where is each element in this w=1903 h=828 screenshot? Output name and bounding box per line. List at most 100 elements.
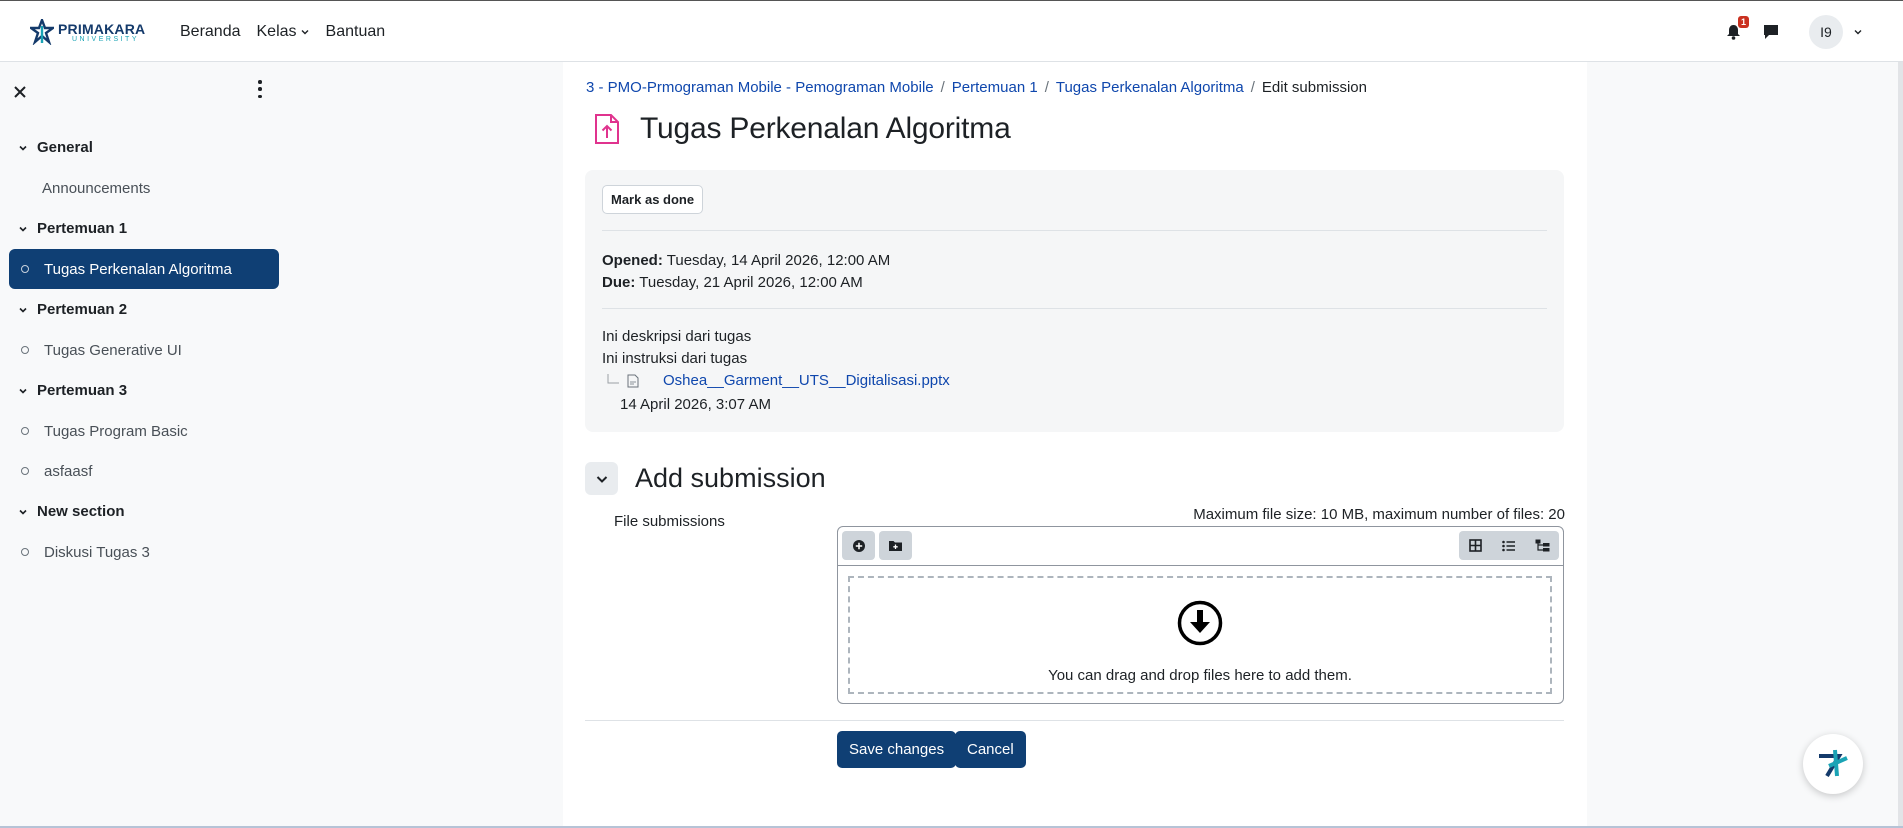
chat-icon xyxy=(1764,25,1778,39)
activity-information: Mark as done Opened: Tuesday, 14 April 2… xyxy=(585,170,1564,432)
max-file-info: Maximum file size: 10 MB, maximum number… xyxy=(1193,506,1565,523)
attachment-link[interactable]: Oshea__Garment__UTS__Digitalisasi.pptx xyxy=(663,372,950,389)
breadcrumb-section[interactable]: Pertemuan 1 xyxy=(952,79,1038,96)
page-scrollbar[interactable] xyxy=(1898,62,1903,828)
chevron-down-icon xyxy=(1854,30,1862,35)
section-pertemuan-3[interactable]: Pertemuan 3 xyxy=(18,382,127,399)
chevron-down-icon xyxy=(301,30,309,35)
avatar: I9 xyxy=(1809,15,1843,49)
breadcrumb-separator: / xyxy=(940,79,945,96)
section-title: Pertemuan 3 xyxy=(37,382,128,399)
folder-tree-icon xyxy=(1535,539,1550,552)
sidebar-item-label: Tugas Generative UI xyxy=(44,341,182,359)
sidebar-item-label: Announcements xyxy=(42,179,151,197)
breadcrumb-separator: / xyxy=(1044,79,1049,96)
chevron-down-icon xyxy=(596,475,607,483)
messages-button[interactable] xyxy=(1761,22,1781,42)
section-pertemuan-2[interactable]: Pertemuan 2 xyxy=(18,301,127,318)
add-submission-header: Add submission xyxy=(585,462,826,495)
download-arrow-icon xyxy=(1177,600,1223,646)
breadcrumb-course[interactable]: 3 - PMO-Prmograman Mobile - Pemograman M… xyxy=(586,79,934,96)
logo-sub-text: UNIVERSITY xyxy=(72,35,140,43)
page-title: Tugas Perkenalan Algoritma xyxy=(640,112,1011,145)
sidebar-item-tugas-generative-ui[interactable]: Tugas Generative UI xyxy=(9,330,279,370)
section-pertemuan-1[interactable]: Pertemuan 1 xyxy=(18,220,127,237)
instructions-text: Ini instruksi dari tugas xyxy=(602,350,748,367)
mark-as-done-button[interactable]: Mark as done xyxy=(602,185,704,214)
nav-link-bantuan[interactable]: Bantuan xyxy=(318,23,394,41)
university-logo[interactable]: PRIMAKARA UNIVERSITY xyxy=(30,19,145,45)
save-changes-button[interactable]: Save changes xyxy=(837,731,957,768)
completion-circle-icon xyxy=(21,467,29,475)
section-title: Pertemuan 1 xyxy=(37,220,128,237)
page-header: Tugas Perkenalan Algoritma xyxy=(594,112,1011,146)
tree-branch-icon xyxy=(607,373,619,383)
assistant-logo-icon xyxy=(1819,749,1848,778)
due-value: Tuesday, 21 April 2026, 12:00 AM xyxy=(639,274,863,291)
file-icon xyxy=(627,374,639,387)
sidebar-item-diskusi-tugas-3[interactable]: Diskusi Tugas 3 xyxy=(9,532,279,572)
folder-add-icon xyxy=(889,541,902,551)
close-icon xyxy=(14,86,26,98)
list-view-button[interactable] xyxy=(1492,531,1525,560)
breadcrumb: 3 - PMO-Prmograman Mobile - Pemograman M… xyxy=(586,79,1367,96)
nav-link-kelas[interactable]: Kelas xyxy=(249,23,318,41)
logo-icon xyxy=(30,19,54,45)
file-manager: You can drag and drop files here to add … xyxy=(837,526,1564,704)
sidebar-item-label: asfaasf xyxy=(44,462,93,480)
section-title: Pertemuan 2 xyxy=(37,301,128,318)
activity-description: Ini deskripsi dari tugas Ini instruksi d… xyxy=(602,326,751,370)
completion-circle-icon xyxy=(21,427,29,435)
chevron-down-icon xyxy=(19,388,27,394)
chevron-down-icon xyxy=(19,226,27,232)
sidebar-item-tugas-program-basic[interactable]: Tugas Program Basic xyxy=(9,411,279,451)
chevron-down-icon xyxy=(19,145,27,151)
user-menu[interactable]: I9 xyxy=(1809,15,1863,49)
sidebar-item-label: Tugas Program Basic xyxy=(44,422,188,440)
file-submissions-label: File submissions xyxy=(614,513,725,530)
breadcrumb-current: Edit submission xyxy=(1261,79,1367,96)
completion-circle-icon xyxy=(21,346,29,354)
file-drop-zone[interactable]: You can drag and drop files here to add … xyxy=(848,576,1552,694)
collapse-section-button[interactable] xyxy=(585,462,618,495)
logo-main-text: PRIMAKARA xyxy=(58,20,146,37)
close-drawer-button[interactable] xyxy=(14,82,26,103)
notifications-button[interactable]: 1 xyxy=(1723,16,1749,42)
notification-count-badge: 1 xyxy=(1737,16,1749,28)
grid-icon xyxy=(1469,539,1482,552)
divider xyxy=(585,720,1564,721)
add-submission-heading: Add submission xyxy=(635,463,826,493)
file-manager-toolbar xyxy=(838,527,1563,566)
assistant-chat-button[interactable] xyxy=(1803,734,1863,794)
drop-zone-text: You can drag and drop files here to add … xyxy=(1048,667,1352,684)
course-index-drawer: General Announcements Pertemuan 1 Tugas … xyxy=(0,62,285,828)
top-navbar: PRIMAKARA UNIVERSITY Beranda Kelas Bantu… xyxy=(0,0,1903,62)
opened-label: Opened: xyxy=(602,252,663,269)
nav-link-beranda[interactable]: Beranda xyxy=(172,23,249,41)
divider xyxy=(602,230,1547,231)
create-folder-button[interactable] xyxy=(879,531,912,560)
section-general[interactable]: General xyxy=(18,139,93,156)
tree-view-button[interactable] xyxy=(1526,531,1559,560)
sidebar-item-label: Diskusi Tugas 3 xyxy=(44,543,150,561)
section-new-section[interactable]: New section xyxy=(18,503,125,520)
completion-circle-icon xyxy=(21,265,29,273)
assignment-upload-icon xyxy=(595,114,619,144)
cancel-button[interactable]: Cancel xyxy=(955,731,1026,768)
section-title: New section xyxy=(37,503,125,520)
attachment-row: Oshea__Garment__UTS__Digitalisasi.pptx xyxy=(607,372,950,389)
icons-view-button[interactable] xyxy=(1459,531,1492,560)
nav-link-kelas-label: Kelas xyxy=(256,23,297,40)
sidebar-item-asfaasf[interactable]: asfaasf xyxy=(9,451,279,491)
sidebar-item-announcements[interactable]: Announcements xyxy=(9,168,279,208)
more-options-button[interactable] xyxy=(256,80,264,98)
add-file-icon xyxy=(852,539,865,552)
sidebar-item-tugas-perkenalan-algoritma[interactable]: Tugas Perkenalan Algoritma xyxy=(9,249,279,289)
chevron-down-icon xyxy=(19,509,27,515)
section-title: General xyxy=(37,139,93,156)
chevron-down-icon xyxy=(19,307,27,313)
completion-circle-icon xyxy=(21,548,29,556)
add-file-button[interactable] xyxy=(842,531,875,560)
list-icon xyxy=(1502,540,1515,551)
breadcrumb-activity[interactable]: Tugas Perkenalan Algoritma xyxy=(1056,79,1244,96)
